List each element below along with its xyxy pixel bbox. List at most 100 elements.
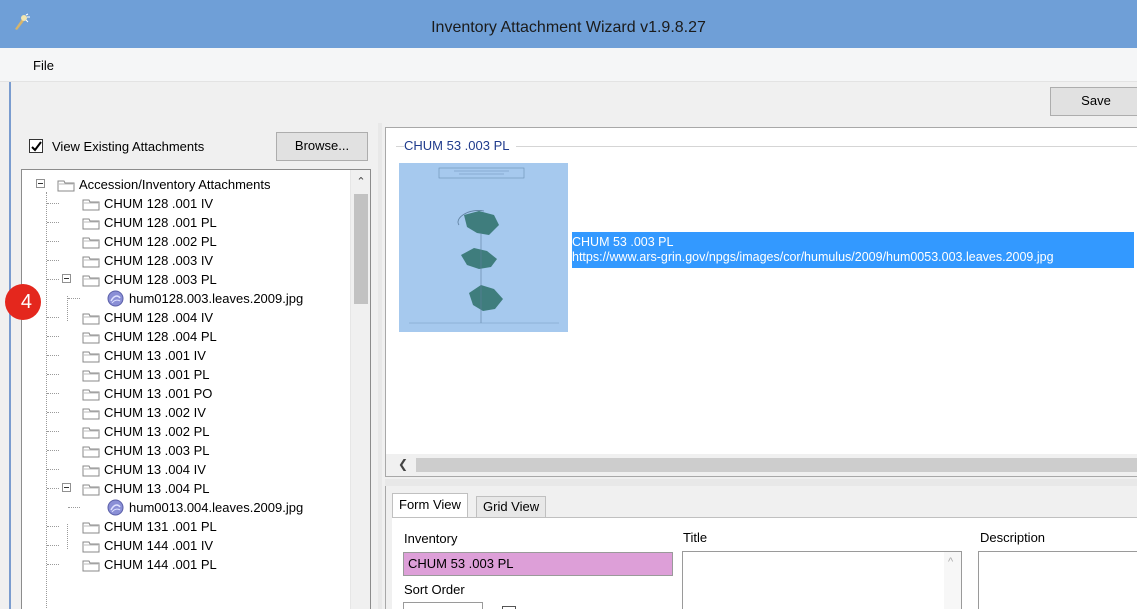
tree-connector — [68, 507, 80, 508]
sort-order-field[interactable] — [403, 602, 483, 609]
attachments-pane: View Existing Attachments Browse... Acce… — [5, 125, 375, 609]
collapse-toggle[interactable] — [62, 274, 71, 283]
tree-connector — [47, 203, 59, 204]
tree-node-label: hum0013.004.leaves.2009.jpg — [129, 500, 304, 516]
title-scrollbar[interactable] — [944, 552, 961, 609]
tree-connector — [47, 317, 59, 318]
folder-icon — [82, 522, 100, 534]
description-textarea[interactable] — [978, 551, 1137, 609]
scroll-thumb[interactable] — [354, 194, 368, 304]
tree-connector — [47, 241, 59, 242]
tree-inventory-node[interactable]: CHUM 128 .001 IV — [82, 193, 213, 212]
tree-inventory-node[interactable]: CHUM 13 .002 PL — [82, 421, 210, 440]
collapse-toggle[interactable] — [36, 179, 45, 188]
save-button[interactable]: Save — [1050, 87, 1137, 116]
folder-icon — [82, 484, 100, 496]
tree-inventory-node[interactable]: CHUM 128 .001 PL — [82, 212, 217, 231]
preview-pane: CHUM 53 .003 PL CHUM 53 .003 PL https://… — [385, 127, 1137, 477]
tree-connector — [47, 412, 59, 413]
tree-inventory-node[interactable]: CHUM 13 .001 PL — [82, 364, 210, 383]
tree-connector — [47, 450, 59, 451]
folder-icon — [82, 389, 100, 401]
tree-inventory-node[interactable]: CHUM 128 .002 PL — [82, 231, 217, 250]
tree-attachment-file[interactable]: hum0013.004.leaves.2009.jpg — [107, 497, 303, 516]
inventory-field[interactable]: CHUM 53 .003 PL — [403, 552, 673, 576]
tree-inventory-node[interactable]: CHUM 144 .001 IV — [82, 535, 213, 554]
folder-icon — [82, 256, 100, 268]
tree-node-label: CHUM 128 .003 PL — [104, 272, 217, 288]
preview-hscrollbar[interactable]: ❮ — [386, 454, 1137, 476]
tree-node-label: CHUM 128 .001 PL — [104, 215, 217, 231]
tree-node-label: CHUM 144 .001 PL — [104, 557, 217, 573]
tree-connector — [47, 355, 59, 356]
tree-connector — [47, 393, 59, 394]
folder-icon — [57, 180, 75, 192]
folder-icon — [82, 218, 100, 230]
tree-inventory-node[interactable]: CHUM 128 .003 IV — [82, 250, 213, 269]
tree-inventory-node[interactable]: CHUM 13 .004 IV — [82, 459, 206, 478]
tree-connector — [47, 222, 59, 223]
view-existing-checkbox[interactable] — [29, 139, 43, 153]
tree-node-label: CHUM 13 .001 PL — [104, 367, 210, 383]
tree-connector — [47, 260, 59, 261]
tree-node-label: hum0128.003.leaves.2009.jpg — [129, 291, 304, 307]
attachment-thumbnail[interactable] — [399, 163, 568, 332]
folder-icon — [82, 332, 100, 344]
tree-node-label: CHUM 13 .002 PL — [104, 424, 210, 440]
tree-node-label: CHUM 13 .001 IV — [104, 348, 206, 364]
image-file-icon — [107, 290, 124, 307]
tree-scrollbar[interactable]: ⌃ — [350, 170, 370, 609]
check-icon — [31, 141, 42, 152]
attachment-tree[interactable]: Accession/Inventory Attachments CHUM 128… — [21, 169, 371, 609]
folder-icon — [82, 427, 100, 439]
tree-inventory-node[interactable]: CHUM 13 .004 PL — [82, 478, 210, 497]
folder-icon — [82, 275, 100, 287]
description-label: Description — [980, 530, 1046, 545]
tree-root-label: Accession/Inventory Attachments — [79, 177, 271, 193]
image-file-icon — [107, 499, 124, 516]
folder-icon — [82, 560, 100, 572]
step-badge: 4 — [5, 284, 41, 320]
tree-inventory-node[interactable]: CHUM 128 .004 IV — [82, 307, 213, 326]
tree-inventory-node[interactable]: CHUM 128 .003 PL — [82, 269, 217, 288]
folder-icon — [82, 351, 100, 363]
tab-form-view[interactable]: Form View — [392, 493, 468, 518]
selected-attachment-item[interactable]: CHUM 53 .003 PL https://www.ars-grin.gov… — [572, 232, 1134, 268]
inventory-label: Inventory — [404, 531, 458, 546]
tab-grid-view[interactable]: Grid View — [476, 496, 547, 517]
tree-connector — [67, 296, 68, 321]
tree-node-label: CHUM 128 .001 IV — [104, 196, 214, 212]
hscroll-thumb[interactable] — [416, 458, 1137, 472]
tree-inventory-node[interactable]: CHUM 13 .001 IV — [82, 345, 206, 364]
tree-connector — [67, 524, 68, 549]
menu-bar: File — [0, 48, 1137, 82]
scroll-up-icon[interactable]: ⌃ — [351, 175, 371, 188]
tree-connector — [47, 469, 59, 470]
folder-icon — [82, 465, 100, 477]
scroll-left-icon[interactable]: ❮ — [398, 457, 408, 471]
tree-connector — [47, 564, 59, 565]
tree-inventory-node[interactable]: CHUM 13 .003 PL — [82, 440, 210, 459]
collapse-toggle[interactable] — [62, 483, 71, 492]
tree-root[interactable]: Accession/Inventory Attachments — [57, 174, 270, 193]
view-existing-label[interactable]: View Existing Attachments — [52, 139, 204, 154]
tree-inventory-node[interactable]: CHUM 144 .001 PL — [82, 554, 217, 573]
title-textarea[interactable] — [682, 551, 962, 609]
tree-node-label: CHUM 128 .003 IV — [104, 253, 214, 269]
tree-connector — [47, 488, 59, 489]
tree-connector — [47, 336, 59, 337]
tree-connector — [47, 374, 59, 375]
vertical-splitter[interactable] — [378, 123, 382, 609]
menu-file[interactable]: File — [33, 58, 54, 73]
tree-node-label: CHUM 144 .001 IV — [104, 538, 214, 554]
tree-inventory-node[interactable]: CHUM 131 .001 PL — [82, 516, 217, 535]
tree-inventory-node[interactable]: CHUM 128 .004 PL — [82, 326, 217, 345]
browse-button[interactable]: Browse... — [276, 132, 368, 161]
preview-group-title: CHUM 53 .003 PL — [404, 138, 516, 153]
tree-inventory-node[interactable]: CHUM 13 .001 PO — [82, 383, 212, 402]
horizontal-splitter[interactable] — [385, 479, 1137, 486]
title-bar: Inventory Attachment Wizard v1.9.8.27 — [0, 0, 1137, 48]
tree-attachment-file[interactable]: hum0128.003.leaves.2009.jpg — [107, 288, 303, 307]
tree-inventory-node[interactable]: CHUM 13 .002 IV — [82, 402, 206, 421]
form-pane: Form View Grid View Inventory CHUM 53 .0… — [385, 486, 1137, 609]
